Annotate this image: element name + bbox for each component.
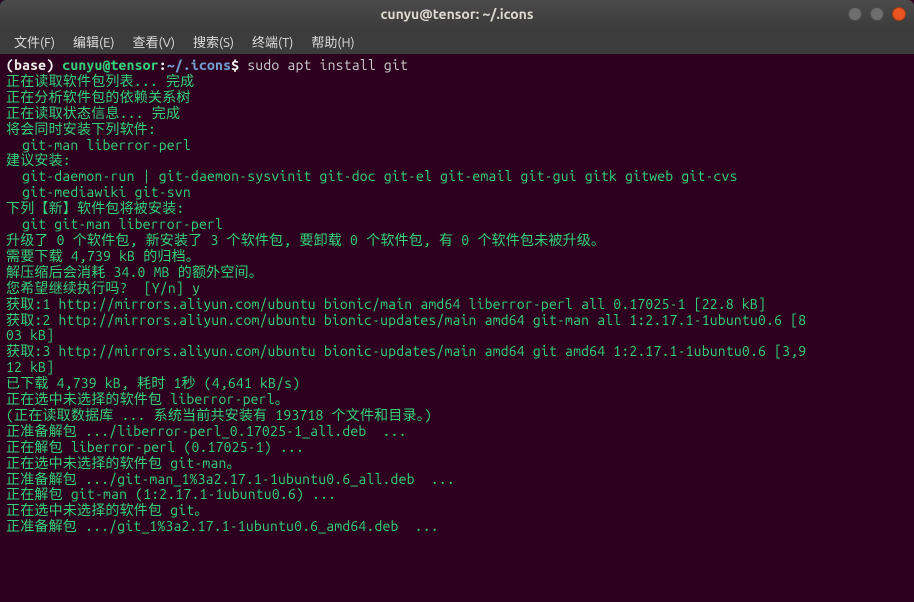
output-line: 获取:2 http://mirrors.aliyun.com/ubuntu bi… [6, 313, 908, 329]
output-line: git-mediawiki git-svn [6, 185, 908, 201]
window-controls [848, 7, 906, 21]
output-line: 正准备解包 .../git_1%3a2.17.1-1ubuntu0.6_amd6… [6, 519, 908, 535]
output-line: git git-man liberror-perl [6, 217, 908, 233]
menu-file[interactable]: 文件(F) [6, 29, 63, 54]
output-line: 需要下载 4,739 kB 的归档。 [6, 249, 908, 265]
prompt-line: (base) cunyu@tensor:~/.icons$ sudo apt i… [6, 58, 908, 74]
maximize-button[interactable] [870, 7, 884, 21]
output-line: 已下载 4,739 kB, 耗时 1秒 (4,641 kB/s) [6, 376, 908, 392]
output-line: 正在选中未选择的软件包 liberror-perl。 [6, 392, 908, 408]
menu-terminal[interactable]: 终端(T) [244, 29, 301, 54]
menu-search[interactable]: 搜索(S) [185, 29, 242, 54]
output-line: (正在读取数据库 ... 系统当前共安装有 193718 个文件和目录。) [6, 408, 908, 424]
output-line: 下列【新】软件包将被安装: [6, 201, 908, 217]
output-line: 升级了 0 个软件包, 新安装了 3 个软件包, 要卸载 0 个软件包, 有 0… [6, 233, 908, 249]
output-line: 将会同时安装下列软件: [6, 122, 908, 138]
output-line: 解压缩后会消耗 34.0 MB 的额外空间。 [6, 265, 908, 281]
output-line: git-man liberror-perl [6, 138, 908, 154]
output-line: 正在选中未选择的软件包 git。 [6, 503, 908, 519]
menu-edit[interactable]: 编辑(E) [65, 29, 122, 54]
typed-command: sudo apt install git [247, 57, 408, 73]
output-line: 正准备解包 .../liberror-perl_0.17025-1_all.de… [6, 424, 908, 440]
output-line: 12 kB] [6, 360, 908, 376]
output-line: 正在读取软件包列表... 完成 [6, 74, 908, 90]
cwd: ~/.icons [167, 57, 231, 73]
output-line: 正在分析软件包的依赖关系树 [6, 90, 908, 106]
output-line: 正在解包 liberror-perl (0.17025-1) ... [6, 440, 908, 456]
output-line: 正在读取状态信息... 完成 [6, 106, 908, 122]
env-tag: (base) [6, 57, 62, 73]
output-line: 正准备解包 .../git-man_1%3a2.17.1-1ubuntu0.6_… [6, 472, 908, 488]
output-line: 正在解包 git-man (1:2.17.1-1ubuntu0.6) ... [6, 487, 908, 503]
colon: : [159, 57, 167, 73]
output-line: 获取:3 http://mirrors.aliyun.com/ubuntu bi… [6, 344, 908, 360]
output-line: 您希望继续执行吗? [Y/n] y [6, 281, 908, 297]
terminal-area[interactable]: (base) cunyu@tensor:~/.icons$ sudo apt i… [0, 54, 914, 602]
window-titlebar: cunyu@tensor: ~/.icons [0, 0, 914, 28]
dollar: $ [231, 57, 247, 73]
output-line: 获取:1 http://mirrors.aliyun.com/ubuntu bi… [6, 297, 908, 313]
menu-help[interactable]: 帮助(H) [303, 29, 362, 54]
close-button[interactable] [892, 7, 906, 21]
output-line: 03 kB] [6, 328, 908, 344]
menubar: 文件(F) 编辑(E) 查看(V) 搜索(S) 终端(T) 帮助(H) [0, 28, 914, 54]
output-line: 正在选中未选择的软件包 git-man。 [6, 456, 908, 472]
window-title: cunyu@tensor: ~/.icons [381, 6, 534, 22]
output-line: git-daemon-run | git-daemon-sysvinit git… [6, 169, 908, 185]
minimize-button[interactable] [848, 7, 862, 21]
user-host: cunyu@tensor [62, 57, 158, 73]
menu-view[interactable]: 查看(V) [125, 29, 183, 54]
output-line: 建议安装: [6, 153, 908, 169]
